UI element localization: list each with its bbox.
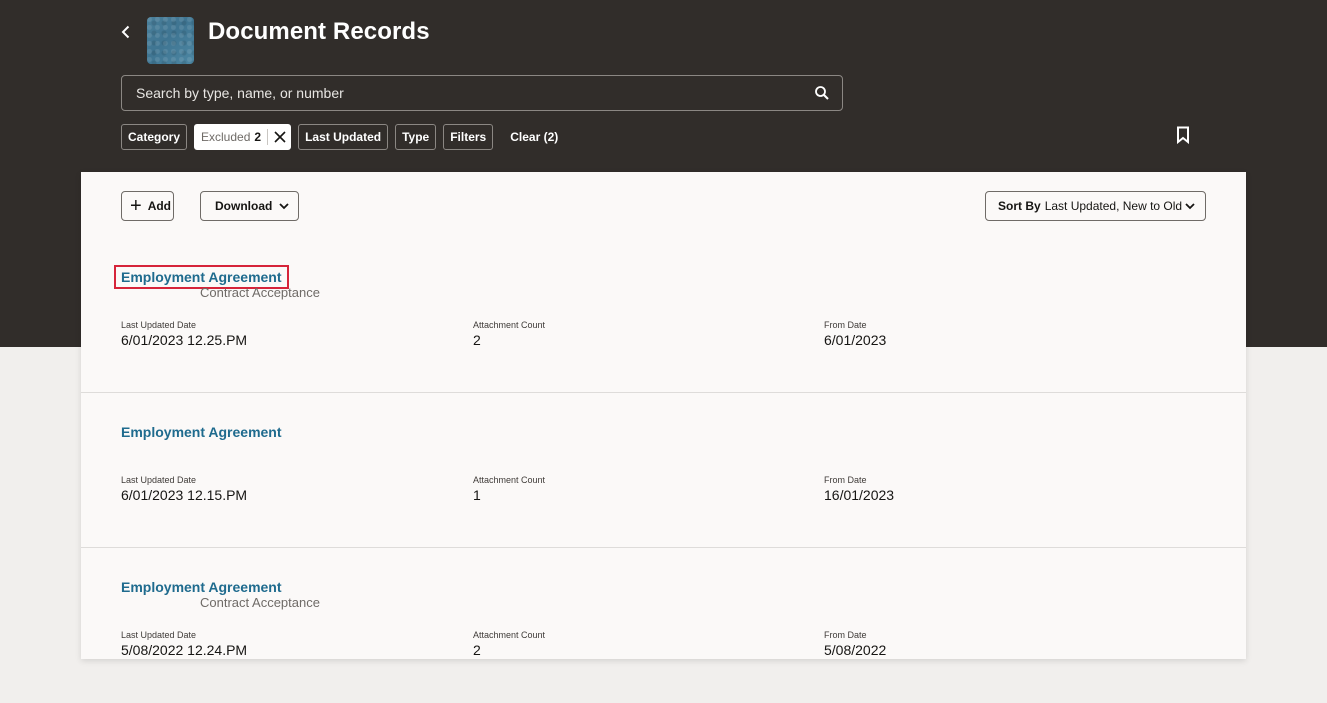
record-title-link[interactable]: Employment Agreement <box>121 579 282 595</box>
download-label: Download <box>215 199 273 213</box>
filter-chip-type[interactable]: Type <box>395 124 437 150</box>
last-updated-field: Last Updated Date 5/08/2022 12.24.PM <box>121 630 247 658</box>
filter-chip-last-updated[interactable]: Last Updated <box>298 124 389 150</box>
add-label: Add <box>147 199 172 213</box>
attachment-count-field: Attachment Count 1 <box>473 475 545 503</box>
avatar <box>147 17 194 64</box>
field-label: Last Updated Date <box>121 475 197 485</box>
bookmark-icon[interactable] <box>1176 126 1196 148</box>
record-title-link[interactable]: Employment Agreement <box>121 424 282 440</box>
field-value: 6/01/2023 <box>824 332 887 348</box>
record-subtitle: Contract Acceptance <box>200 595 320 610</box>
field-value: 1 <box>473 487 481 503</box>
field-value: 6/01/2023 12.25.PM <box>121 332 248 348</box>
field-value: 2 <box>473 642 481 658</box>
field-value: 16/01/2023 <box>824 487 895 503</box>
page-title: Document Records <box>208 18 430 45</box>
attachment-count-field: Attachment Count 2 <box>473 320 545 348</box>
sort-value: Last Updated, New to Old <box>1044 199 1183 213</box>
filter-chip-category[interactable]: Category <box>121 124 188 150</box>
field-label: From Date <box>824 475 867 485</box>
field-label: Last Updated Date <box>121 630 197 640</box>
search-input[interactable] <box>122 85 802 101</box>
attachment-count-field: Attachment Count 2 <box>473 630 545 658</box>
clear-filters-link[interactable]: Clear (2) <box>510 130 558 144</box>
from-date-field: From Date 6/01/2023 <box>824 320 886 348</box>
filter-chip-excluded[interactable]: Excluded 2 <box>194 124 292 150</box>
add-button[interactable]: + Add <box>121 191 174 221</box>
filter-bar: Category Excluded 2 Last Updated Type Fi… <box>121 124 558 150</box>
plus-icon: + <box>130 195 142 217</box>
record-title-link[interactable]: Employment Agreement <box>114 265 289 289</box>
field-label: Last Updated Date <box>121 320 197 330</box>
field-label: From Date <box>824 630 867 640</box>
last-updated-field: Last Updated Date 6/01/2023 12.25.PM <box>121 320 247 348</box>
record-list: Employment Agreement Contract Acceptance… <box>81 238 1246 703</box>
sort-label: Sort By <box>998 199 1041 213</box>
field-label: Attachment Count <box>473 475 546 485</box>
close-icon[interactable] <box>274 131 286 143</box>
filter-chip-filters[interactable]: Filters <box>443 124 494 150</box>
from-date-field: From Date 16/01/2023 <box>824 475 894 503</box>
excluded-count: 2 <box>254 130 262 144</box>
download-button[interactable]: Download <box>200 191 299 221</box>
field-label: Attachment Count <box>473 320 546 330</box>
search-icon[interactable] <box>802 76 842 110</box>
toolbar: + Add Download <box>121 191 299 221</box>
field-value: 2 <box>473 332 481 348</box>
field-label: From Date <box>824 320 867 330</box>
from-date-field: From Date 5/08/2022 <box>824 630 886 658</box>
chevron-left-icon <box>121 25 130 39</box>
sort-dropdown[interactable]: Sort By Last Updated, New to Old <box>985 191 1206 221</box>
list-item: Employment Agreement Contract Acceptance… <box>81 548 1246 703</box>
records-panel: + Add Download Sort By Last Updated, New … <box>81 172 1246 659</box>
record-subtitle: Contract Acceptance <box>200 285 320 300</box>
last-updated-field: Last Updated Date 6/01/2023 12.15.PM <box>121 475 247 503</box>
back-button[interactable] <box>116 20 136 44</box>
chevron-down-icon <box>1185 202 1195 209</box>
list-item: Employment Agreement Contract Acceptance… <box>81 238 1246 393</box>
field-value: 6/01/2023 12.15.PM <box>121 487 248 503</box>
field-value: 5/08/2022 12.24.PM <box>121 642 248 658</box>
excluded-label: Excluded <box>201 130 251 144</box>
list-item: Employment Agreement Last Updated Date 6… <box>81 393 1246 548</box>
search-box <box>121 75 843 111</box>
field-label: Attachment Count <box>473 630 546 640</box>
chip-divider <box>267 129 269 145</box>
field-value: 5/08/2022 <box>824 642 887 658</box>
chevron-down-icon <box>279 202 289 209</box>
